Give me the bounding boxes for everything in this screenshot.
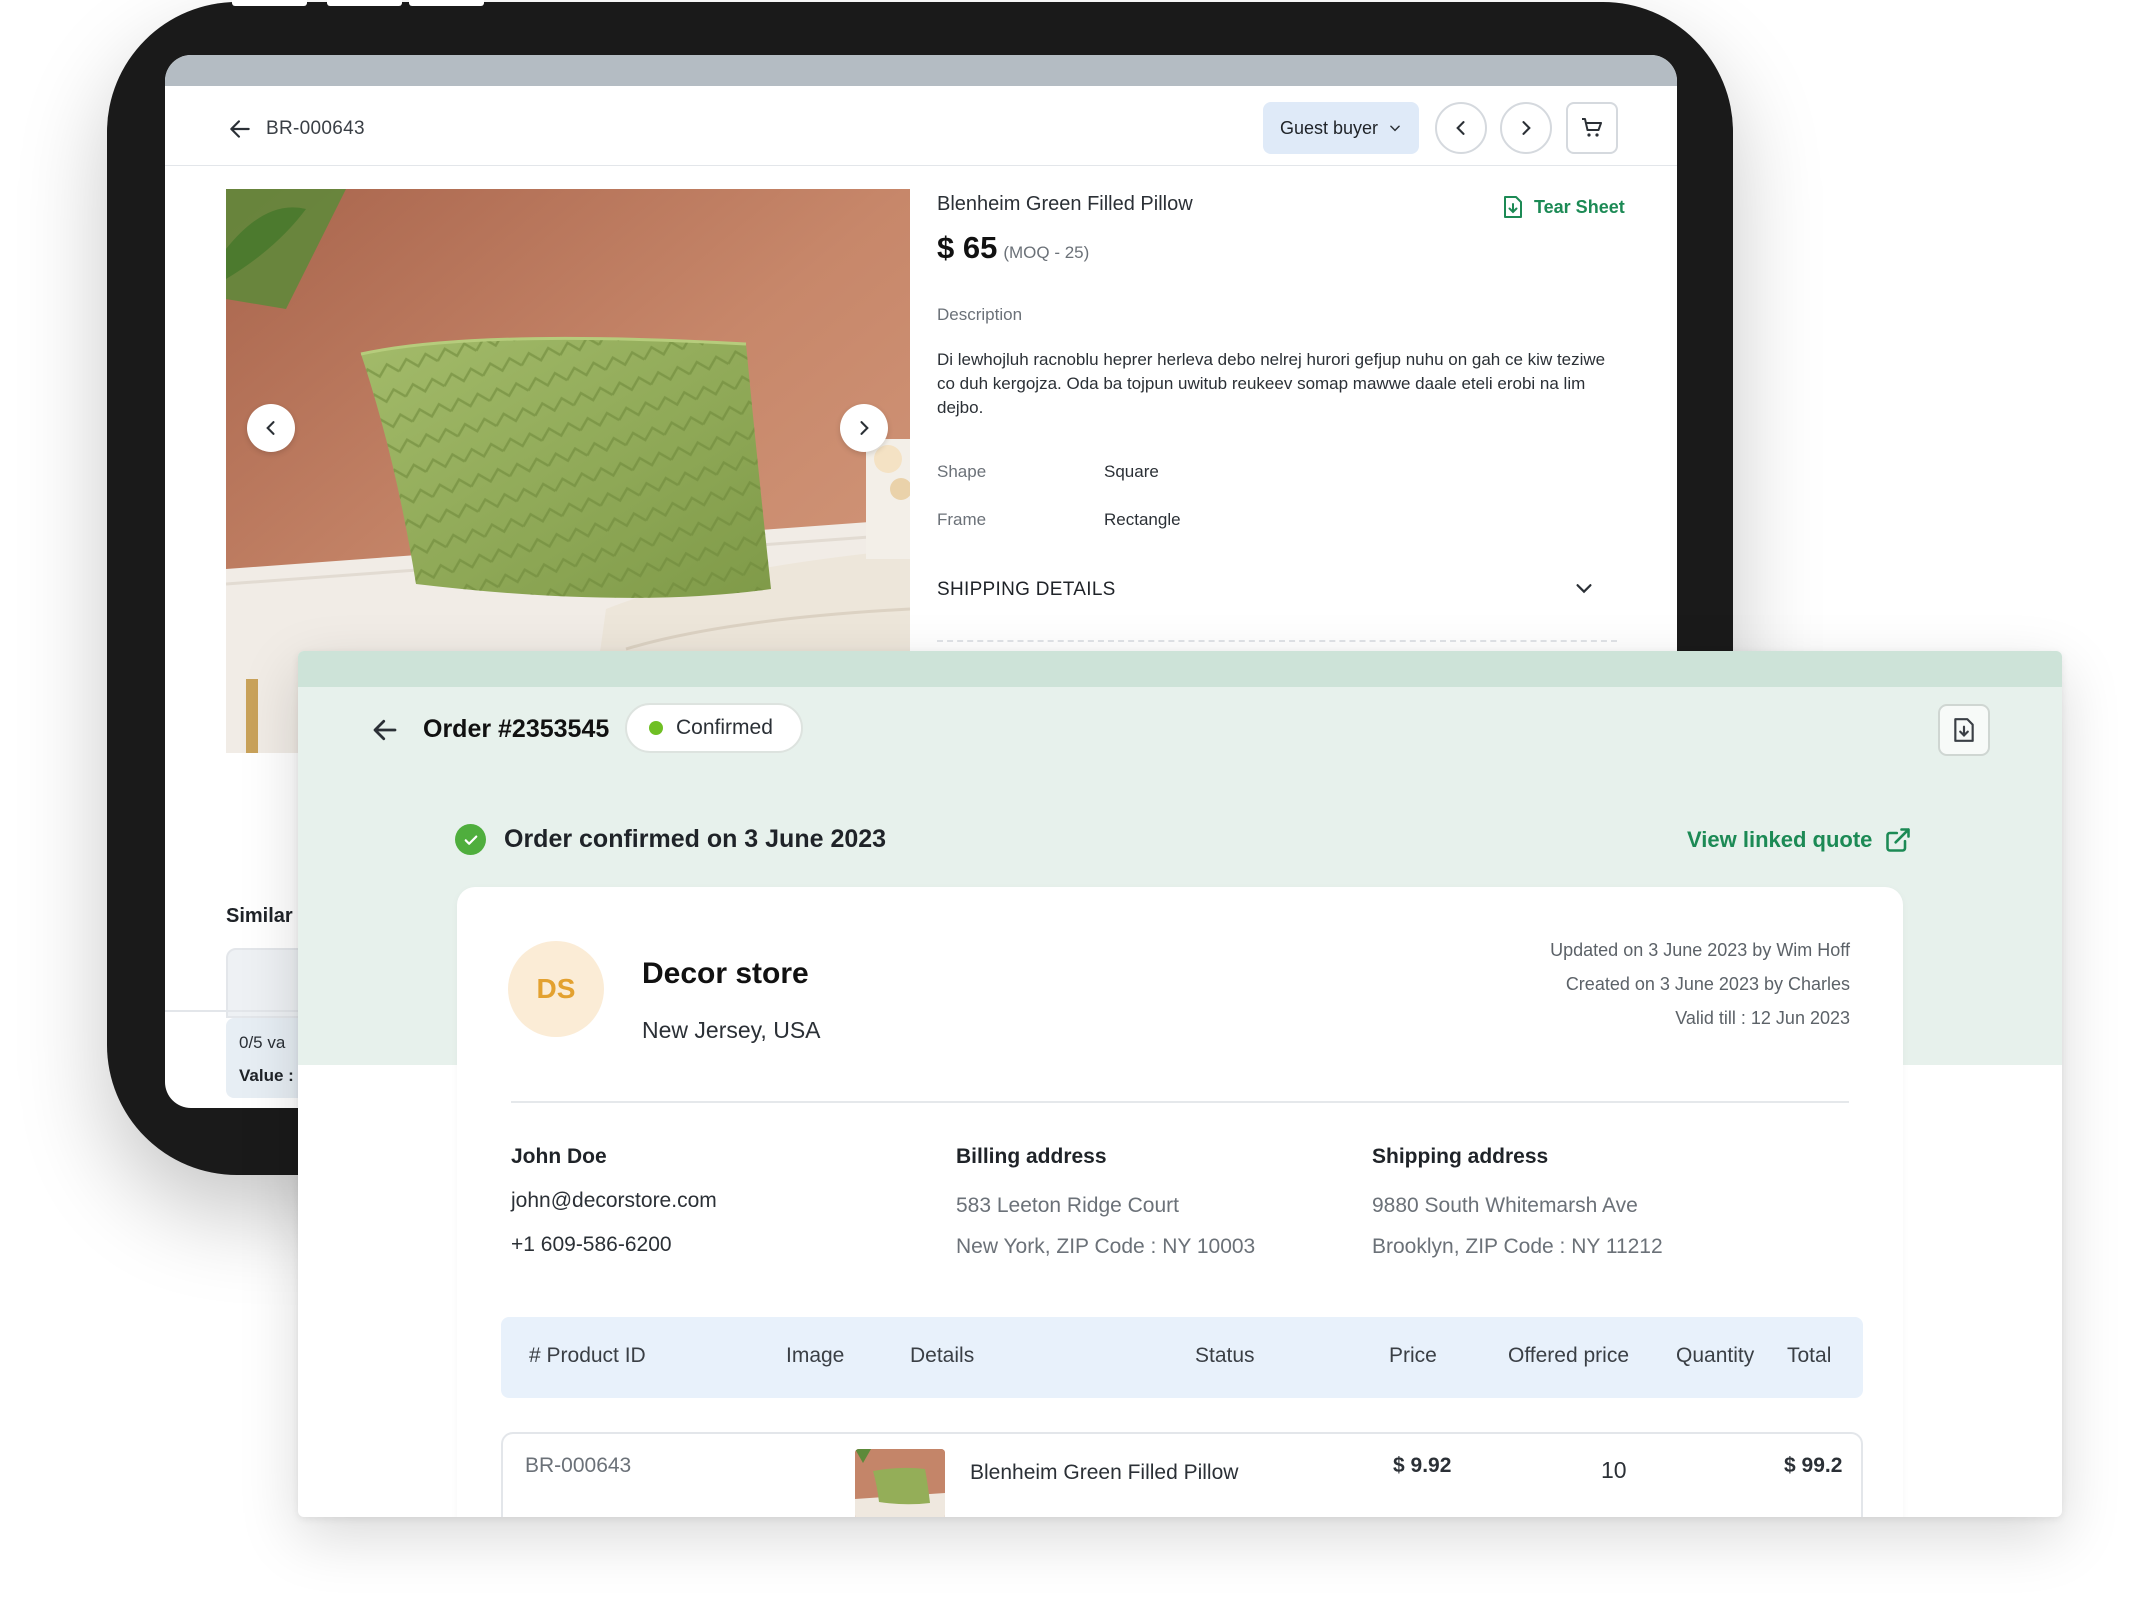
- shipping-details-toggle[interactable]: SHIPPING DETAILS: [937, 579, 1617, 601]
- quantity-cell: 10: [1601, 1457, 1627, 1483]
- billing-column: Billing address 583 Leeton Ridge Court N…: [956, 1145, 1255, 1258]
- tear-sheet-label: Tear Sheet: [1534, 196, 1625, 217]
- table-header: # Product ID Image Details Status Price …: [501, 1317, 1863, 1398]
- avatar: DS: [508, 941, 604, 1037]
- image-next-button[interactable]: [840, 404, 888, 452]
- contact-name: John Doe: [511, 1145, 607, 1168]
- shipping-column: Shipping address 9880 South Whitemarsh A…: [1372, 1145, 1663, 1258]
- contact-email: john@decorstore.com: [511, 1189, 717, 1212]
- contact-column: John Doe john@decorstore.com +1 609-586-…: [511, 1145, 717, 1256]
- download-button[interactable]: [1938, 704, 1990, 756]
- chevron-right-icon: [1522, 121, 1531, 135]
- external-link-icon: [1886, 828, 1911, 852]
- moq-label: (MOQ - 25): [1003, 243, 1090, 262]
- breadcrumb: BR-000643: [266, 118, 365, 139]
- billing-line-2: New York, ZIP Code : NY 10003: [956, 1235, 1256, 1258]
- shipping-line-2: Brooklyn, ZIP Code : NY 11212: [1372, 1235, 1663, 1258]
- status-dot: [649, 721, 663, 735]
- confirmation-text: Order confirmed on 3 June 2023: [504, 825, 887, 853]
- column-header[interactable]: Price: [1389, 1344, 1437, 1368]
- divider: [511, 1101, 1849, 1103]
- billing-line-1: 583 Leeton Ridge Court: [956, 1194, 1179, 1217]
- created-info: Created on 3 June 2023 by Charles: [1565, 974, 1850, 994]
- attribute-row: Shape Square: [937, 462, 1159, 482]
- product-thumbnail: [855, 1449, 945, 1517]
- divider: [937, 640, 1617, 642]
- cart-icon: [1582, 118, 1602, 137]
- table-row[interactable]: BR-000643 Blenheim Green Filled Pillow $…: [501, 1432, 1863, 1517]
- next-product-button[interactable]: [1500, 102, 1552, 154]
- chevron-down-icon: [1576, 584, 1592, 594]
- chevron-left-icon: [266, 421, 275, 435]
- tablet-notch: [232, 0, 307, 6]
- shipping-details-label: SHIPPING DETAILS: [937, 579, 1116, 600]
- contact-phone: +1 609-586-6200: [511, 1233, 672, 1256]
- check-circle-icon: [455, 824, 486, 855]
- order-title: Order #2353545: [423, 715, 610, 743]
- status-bar: [165, 55, 1677, 86]
- file-download-icon: [1504, 196, 1522, 218]
- order-top-strip: [298, 651, 2062, 687]
- total-cell: $ 99.2: [1784, 1454, 1843, 1477]
- product-name: Blenheim Green Filled Pillow: [937, 193, 1193, 215]
- shipping-line-1: 9880 South Whitemarsh Ave: [1372, 1194, 1638, 1217]
- arrow-left-icon[interactable]: [370, 715, 400, 745]
- order-panel: Order #2353545 Confirmed Order confirmed…: [298, 651, 2062, 1517]
- view-linked-quote-link[interactable]: View linked quote: [1687, 826, 1912, 854]
- file-download-icon: [1954, 718, 1974, 742]
- store-location: New Jersey, USA: [642, 1017, 821, 1043]
- status-label: Confirmed: [676, 716, 773, 739]
- price-cell: $ 9.92: [1393, 1454, 1452, 1477]
- billing-heading: Billing address: [956, 1145, 1107, 1168]
- column-header[interactable]: # Product ID: [529, 1344, 646, 1368]
- prev-product-button[interactable]: [1435, 102, 1487, 154]
- order-details-card: DS Decor store New Jersey, USA Updated o…: [457, 887, 1903, 1517]
- similar-heading: Similar: [226, 905, 293, 927]
- confirmation-row: Order confirmed on 3 June 2023: [455, 824, 886, 855]
- column-header[interactable]: Offered price: [1508, 1344, 1629, 1368]
- attribute-value: Square: [1104, 462, 1159, 481]
- column-header[interactable]: Details: [910, 1344, 974, 1368]
- tear-sheet-link[interactable]: Tear Sheet: [1502, 195, 1625, 219]
- chevron-down-icon: [1390, 125, 1400, 132]
- product-details-cell: Blenheim Green Filled Pillow: [970, 1461, 1239, 1484]
- value-label: Value :: [239, 1066, 294, 1085]
- cart-button[interactable]: [1566, 102, 1618, 154]
- store-name: Decor store: [642, 957, 809, 990]
- arrow-left-icon[interactable]: [227, 116, 253, 142]
- valid-till-info: Valid till : 12 Jun 2023: [1675, 1008, 1850, 1028]
- buyer-select[interactable]: Guest buyer: [1263, 102, 1419, 154]
- price-value: $ 65: [937, 230, 998, 265]
- variant-count: 0/5 va: [239, 1033, 286, 1052]
- buyer-select-label: Guest buyer: [1279, 117, 1379, 138]
- attribute-row: Frame Rectangle: [937, 510, 1181, 530]
- product-price: $ 65 (MOQ - 25): [937, 230, 1089, 266]
- chevron-right-icon: [860, 421, 869, 435]
- status-badge: Confirmed: [625, 703, 803, 753]
- tablet-notch: [327, 0, 402, 6]
- chevron-left-icon: [1456, 121, 1465, 135]
- column-header[interactable]: Total: [1787, 1344, 1831, 1368]
- description-text: Di lewhojluh racnoblu heprer herleva deb…: [937, 350, 1606, 417]
- attribute-key: Shape: [937, 462, 987, 481]
- attribute-value: Rectangle: [1104, 510, 1181, 529]
- attribute-key: Frame: [937, 510, 987, 529]
- column-header[interactable]: Quantity: [1676, 1344, 1754, 1368]
- linked-quote-label: View linked quote: [1687, 827, 1873, 852]
- column-header[interactable]: Image: [786, 1344, 844, 1368]
- column-header[interactable]: Status: [1195, 1344, 1255, 1368]
- tablet-notch: [409, 0, 484, 6]
- updated-info: Updated on 3 June 2023 by Wim Hoff: [1550, 940, 1850, 960]
- product-header: BR-000643 Guest buyer: [165, 86, 1677, 166]
- image-prev-button[interactable]: [247, 404, 295, 452]
- product-id-cell: BR-000643: [525, 1454, 632, 1477]
- description-label: Description: [937, 305, 1023, 324]
- shipping-heading: Shipping address: [1372, 1145, 1549, 1168]
